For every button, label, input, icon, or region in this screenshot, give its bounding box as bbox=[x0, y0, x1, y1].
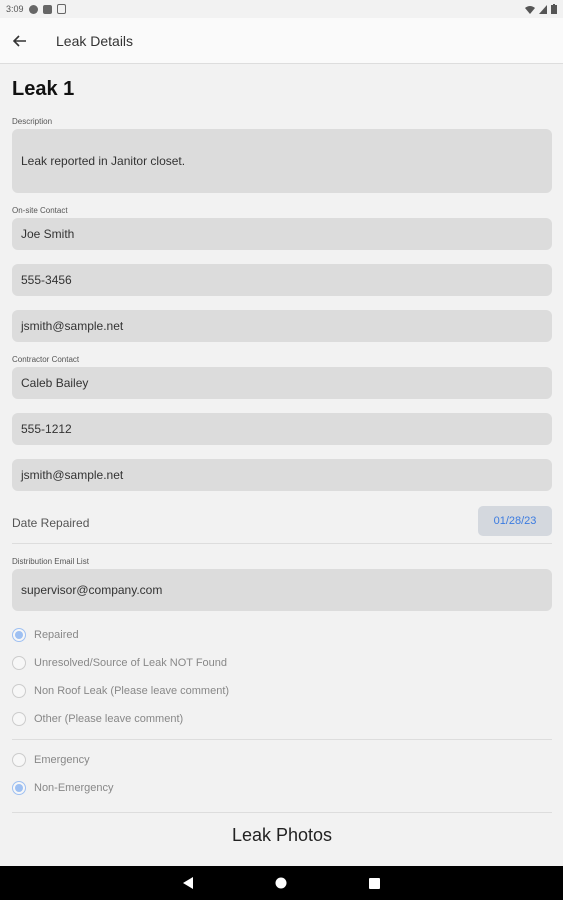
status-option-repaired[interactable]: Repaired bbox=[12, 621, 552, 649]
radio-button[interactable] bbox=[12, 628, 26, 642]
battery-icon bbox=[551, 4, 557, 14]
onsite-name-field[interactable]: Joe Smith bbox=[12, 218, 552, 250]
onsite-phone-field[interactable]: 555-3456 bbox=[12, 264, 552, 296]
radio-label: Non Roof Leak (Please leave comment) bbox=[34, 685, 230, 697]
nav-recents-icon[interactable] bbox=[369, 877, 380, 889]
leak-title: Leak 1 bbox=[12, 78, 75, 100]
radio-label: Other (Please leave comment) bbox=[34, 713, 184, 725]
contractor-name-field[interactable]: Caleb Bailey bbox=[12, 367, 552, 399]
radio-label: Unresolved/Source of Leak NOT Found bbox=[34, 657, 228, 669]
description-field[interactable]: Leak reported in Janitor closet. bbox=[12, 129, 552, 193]
notification-icon bbox=[28, 4, 38, 14]
divider bbox=[12, 739, 552, 740]
onsite-contact-label: On-site Contact bbox=[12, 206, 68, 215]
signal-icon bbox=[539, 4, 547, 14]
page-title: Leak Details bbox=[56, 32, 134, 49]
leak-photos-title: Leak Photos bbox=[231, 825, 333, 845]
distribution-email-label: Distribution Email List bbox=[12, 557, 89, 566]
priority-option-non-emergency[interactable]: Non-Emergency bbox=[12, 774, 552, 802]
radio-button[interactable] bbox=[12, 753, 26, 767]
distribution-email-field[interactable]: supervisor@company.com bbox=[12, 569, 552, 611]
status-left: 3:09 bbox=[6, 4, 66, 14]
nav-back-icon[interactable] bbox=[183, 877, 193, 889]
sim-icon bbox=[42, 4, 52, 14]
status-right bbox=[525, 4, 557, 14]
divider bbox=[12, 812, 552, 813]
leak-details-form: Leak 1 Description Leak reported in Jani… bbox=[12, 63, 552, 846]
contractor-phone-field[interactable]: 555-1212 bbox=[12, 413, 552, 445]
system-nav-bar bbox=[0, 866, 563, 900]
status-option-non-roof[interactable]: Non Roof Leak (Please leave comment) bbox=[12, 677, 552, 705]
status-bar: 3:09 bbox=[0, 0, 563, 18]
radio-label: Repaired bbox=[34, 629, 79, 641]
app-bar: Leak Details bbox=[0, 18, 563, 64]
contractor-email-field[interactable]: jsmith@sample.net bbox=[12, 459, 552, 491]
radio-button[interactable] bbox=[12, 781, 26, 795]
radio-label: Non-Emergency bbox=[34, 782, 114, 794]
radio-label: Emergency bbox=[34, 754, 90, 766]
priority-option-emergency[interactable]: Emergency bbox=[12, 746, 552, 774]
back-arrow-icon bbox=[13, 34, 26, 47]
date-repaired-label: Date Repaired bbox=[12, 516, 90, 530]
date-repaired-row: Date Repaired 01/28/23 bbox=[12, 503, 552, 544]
status-time: 3:09 bbox=[6, 4, 24, 14]
status-option-other[interactable]: Other (Please leave comment) bbox=[12, 705, 552, 733]
storage-icon bbox=[56, 4, 66, 14]
radio-button[interactable] bbox=[12, 684, 26, 698]
description-label: Description bbox=[12, 117, 53, 126]
onsite-email-field[interactable]: jsmith@sample.net bbox=[12, 310, 552, 342]
contractor-contact-label: Contractor Contact bbox=[12, 355, 80, 364]
radio-button[interactable] bbox=[12, 656, 26, 670]
status-radio-group: Repaired Unresolved/Source of Leak NOT F… bbox=[12, 621, 552, 733]
nav-home-icon[interactable] bbox=[275, 877, 287, 889]
date-repaired-button[interactable]: 01/28/23 bbox=[478, 506, 552, 536]
wifi-icon bbox=[525, 5, 535, 14]
priority-radio-group: Emergency Non-Emergency bbox=[12, 746, 552, 802]
status-option-unresolved[interactable]: Unresolved/Source of Leak NOT Found bbox=[12, 649, 552, 677]
radio-button[interactable] bbox=[12, 712, 26, 726]
back-button[interactable] bbox=[0, 18, 40, 63]
